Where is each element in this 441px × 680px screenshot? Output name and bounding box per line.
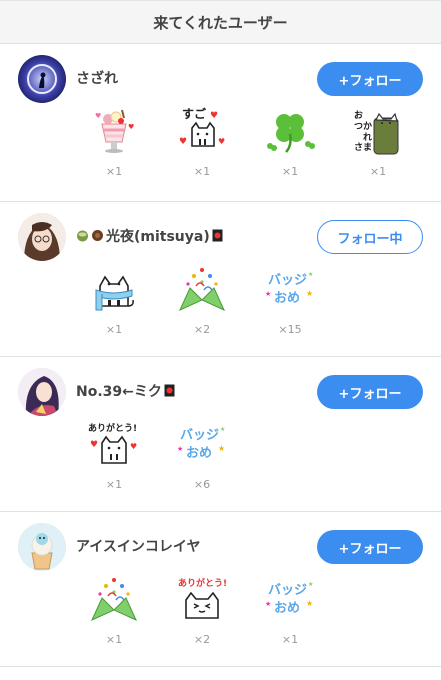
gift-item: ×2 bbox=[158, 262, 246, 336]
gift-count: ×1 bbox=[281, 165, 299, 178]
cat-otsukare-icon: お つ か れ さま bbox=[354, 110, 399, 155]
gift-item: ありがとう! ×2 bbox=[158, 572, 246, 646]
follow-button[interactable]: +フォロー bbox=[317, 530, 423, 564]
gift-item: すご ♥ ♥ ♥ ×1 bbox=[158, 104, 246, 178]
svg-text:♥: ♥ bbox=[128, 123, 134, 131]
gift-item: ありがとう! ♥ ♥ ×1 bbox=[70, 417, 158, 491]
gift-count: ×2 bbox=[193, 323, 211, 336]
gift-item: ♥ ♥ ×1 bbox=[70, 104, 158, 178]
svg-text:★: ★ bbox=[306, 289, 313, 298]
following-button[interactable]: フォロー中 bbox=[317, 220, 423, 254]
svg-text:♥: ♥ bbox=[179, 137, 187, 147]
svg-text:★: ★ bbox=[308, 271, 313, 278]
gift-item: ×1 bbox=[70, 572, 158, 646]
user-row: アイスインコレイヤ +フォロー ×1 ありがとう! ×2 バッジ おめ ★ ★ … bbox=[0, 512, 441, 667]
gift-list: ×1 ×2 バッジ おめ ★ ★ ★ ×15 bbox=[70, 262, 334, 336]
badge-omedeto-icon: バッジ おめ ★ ★ ★ bbox=[265, 271, 313, 306]
follow-button[interactable]: +フォロー bbox=[317, 375, 423, 409]
user-row: さざれ +フォロー ♥ ♥ ×1 すご ♥ ♥ ♥ ×1 ×1 お つ か れ … bbox=[0, 44, 441, 202]
user-name[interactable]: さざれ bbox=[76, 68, 118, 88]
svg-text:★: ★ bbox=[218, 444, 225, 453]
gift-item: バッジ おめ ★ ★ ★ ×1 bbox=[246, 572, 334, 646]
gift-count: ×1 bbox=[105, 165, 123, 178]
page-title-text: 来てくれたユーザー bbox=[153, 13, 288, 32]
cat-arigatou-banner-icon: ありがとう! bbox=[178, 577, 227, 619]
user-name[interactable]: 光夜(mitsuya) bbox=[76, 226, 225, 246]
svg-text:おめ: おめ bbox=[274, 601, 300, 616]
svg-text:ありがとう!: ありがとう! bbox=[178, 577, 227, 589]
svg-text:★: ★ bbox=[220, 426, 225, 433]
gift-item: ×1 bbox=[246, 104, 334, 178]
svg-text:♥: ♥ bbox=[210, 111, 218, 121]
chocolate-icon bbox=[91, 229, 104, 246]
gift-item: ×1 bbox=[70, 262, 158, 336]
gift-count: ×15 bbox=[278, 323, 302, 336]
svg-text:♥: ♥ bbox=[90, 440, 98, 450]
user-name[interactable]: アイスインコレイヤ bbox=[76, 536, 200, 556]
cat-arigatou-icon: ありがとう! ♥ ♥ bbox=[88, 422, 137, 464]
gift-count: ×1 bbox=[369, 165, 387, 178]
avatar[interactable] bbox=[18, 368, 66, 416]
gift-item: バッジ おめ ★ ★ ★ ×6 bbox=[158, 417, 246, 491]
user-name[interactable]: No.39←ミク bbox=[76, 381, 177, 401]
gift-item: バッジ おめ ★ ★ ★ ×15 bbox=[246, 262, 334, 336]
badge-omedeto-icon: バッジ おめ ★ ★ ★ bbox=[177, 426, 225, 461]
svg-text:♥: ♥ bbox=[95, 112, 101, 120]
parfait-icon: ♥ ♥ bbox=[95, 109, 134, 153]
matcha-icon bbox=[76, 229, 89, 246]
user-list: さざれ +フォロー ♥ ♥ ×1 すご ♥ ♥ ♥ ×1 ×1 お つ か れ … bbox=[0, 44, 441, 667]
gift-count: ×6 bbox=[193, 478, 211, 491]
svg-text:おめ: おめ bbox=[186, 446, 212, 461]
page-title: 来てくれたユーザー bbox=[0, 0, 441, 44]
svg-text:か: か bbox=[363, 121, 372, 132]
gift-list: ♥ ♥ ×1 すご ♥ ♥ ♥ ×1 ×1 お つ か れ さま ×1 bbox=[70, 104, 422, 178]
avatar[interactable] bbox=[18, 55, 66, 103]
svg-text:バッジ: バッジ bbox=[180, 428, 219, 443]
user-row: No.39←ミク +フォロー ありがとう! ♥ ♥ ×1 バッジ おめ ★ ★ … bbox=[0, 357, 441, 512]
svg-text:ありがとう!: ありがとう! bbox=[88, 422, 137, 434]
hanafuda-icon bbox=[164, 384, 175, 401]
gift-count: ×1 bbox=[105, 478, 123, 491]
gift-count: ×2 bbox=[193, 633, 211, 646]
svg-text:★: ★ bbox=[306, 599, 313, 608]
gift-count: ×1 bbox=[281, 633, 299, 646]
svg-text:★: ★ bbox=[265, 600, 271, 608]
hanafuda-icon bbox=[212, 229, 223, 246]
cat-scarf-icon bbox=[95, 275, 134, 311]
party-popper-icon bbox=[178, 268, 226, 312]
svg-text:れ: れ bbox=[363, 132, 372, 143]
gift-list: ありがとう! ♥ ♥ ×1 バッジ おめ ★ ★ ★ ×6 bbox=[70, 417, 246, 491]
svg-text:つ: つ bbox=[354, 122, 363, 132]
svg-text:バッジ: バッジ bbox=[268, 273, 307, 288]
gift-count: ×1 bbox=[105, 633, 123, 646]
svg-text:♥: ♥ bbox=[130, 442, 137, 451]
party-popper-icon bbox=[90, 578, 138, 622]
svg-text:★: ★ bbox=[308, 581, 313, 588]
gift-list: ×1 ありがとう! ×2 バッジ おめ ★ ★ ★ ×1 bbox=[70, 572, 334, 646]
svg-text:すご: すご bbox=[182, 106, 207, 121]
gift-count: ×1 bbox=[105, 323, 123, 336]
svg-text:バッジ: バッジ bbox=[268, 583, 307, 598]
svg-text:おめ: おめ bbox=[274, 291, 300, 306]
clover-icon bbox=[267, 114, 315, 153]
svg-text:★: ★ bbox=[265, 290, 271, 298]
svg-text:★: ★ bbox=[177, 445, 183, 453]
cat-sugoi-icon: すご ♥ ♥ ♥ bbox=[179, 106, 225, 147]
follow-button[interactable]: +フォロー bbox=[317, 62, 423, 96]
avatar[interactable] bbox=[18, 523, 66, 571]
gift-count: ×1 bbox=[193, 165, 211, 178]
svg-text:♥: ♥ bbox=[218, 137, 225, 146]
badge-omedeto-icon: バッジ おめ ★ ★ ★ bbox=[265, 581, 313, 616]
avatar[interactable] bbox=[18, 213, 66, 261]
svg-text:さま: さま bbox=[354, 142, 372, 153]
gift-item: お つ か れ さま ×1 bbox=[334, 104, 422, 178]
user-row: 光夜(mitsuya) フォロー中 ×1 ×2 バッジ おめ ★ ★ ★ ×15 bbox=[0, 202, 441, 357]
svg-text:お: お bbox=[354, 110, 363, 121]
